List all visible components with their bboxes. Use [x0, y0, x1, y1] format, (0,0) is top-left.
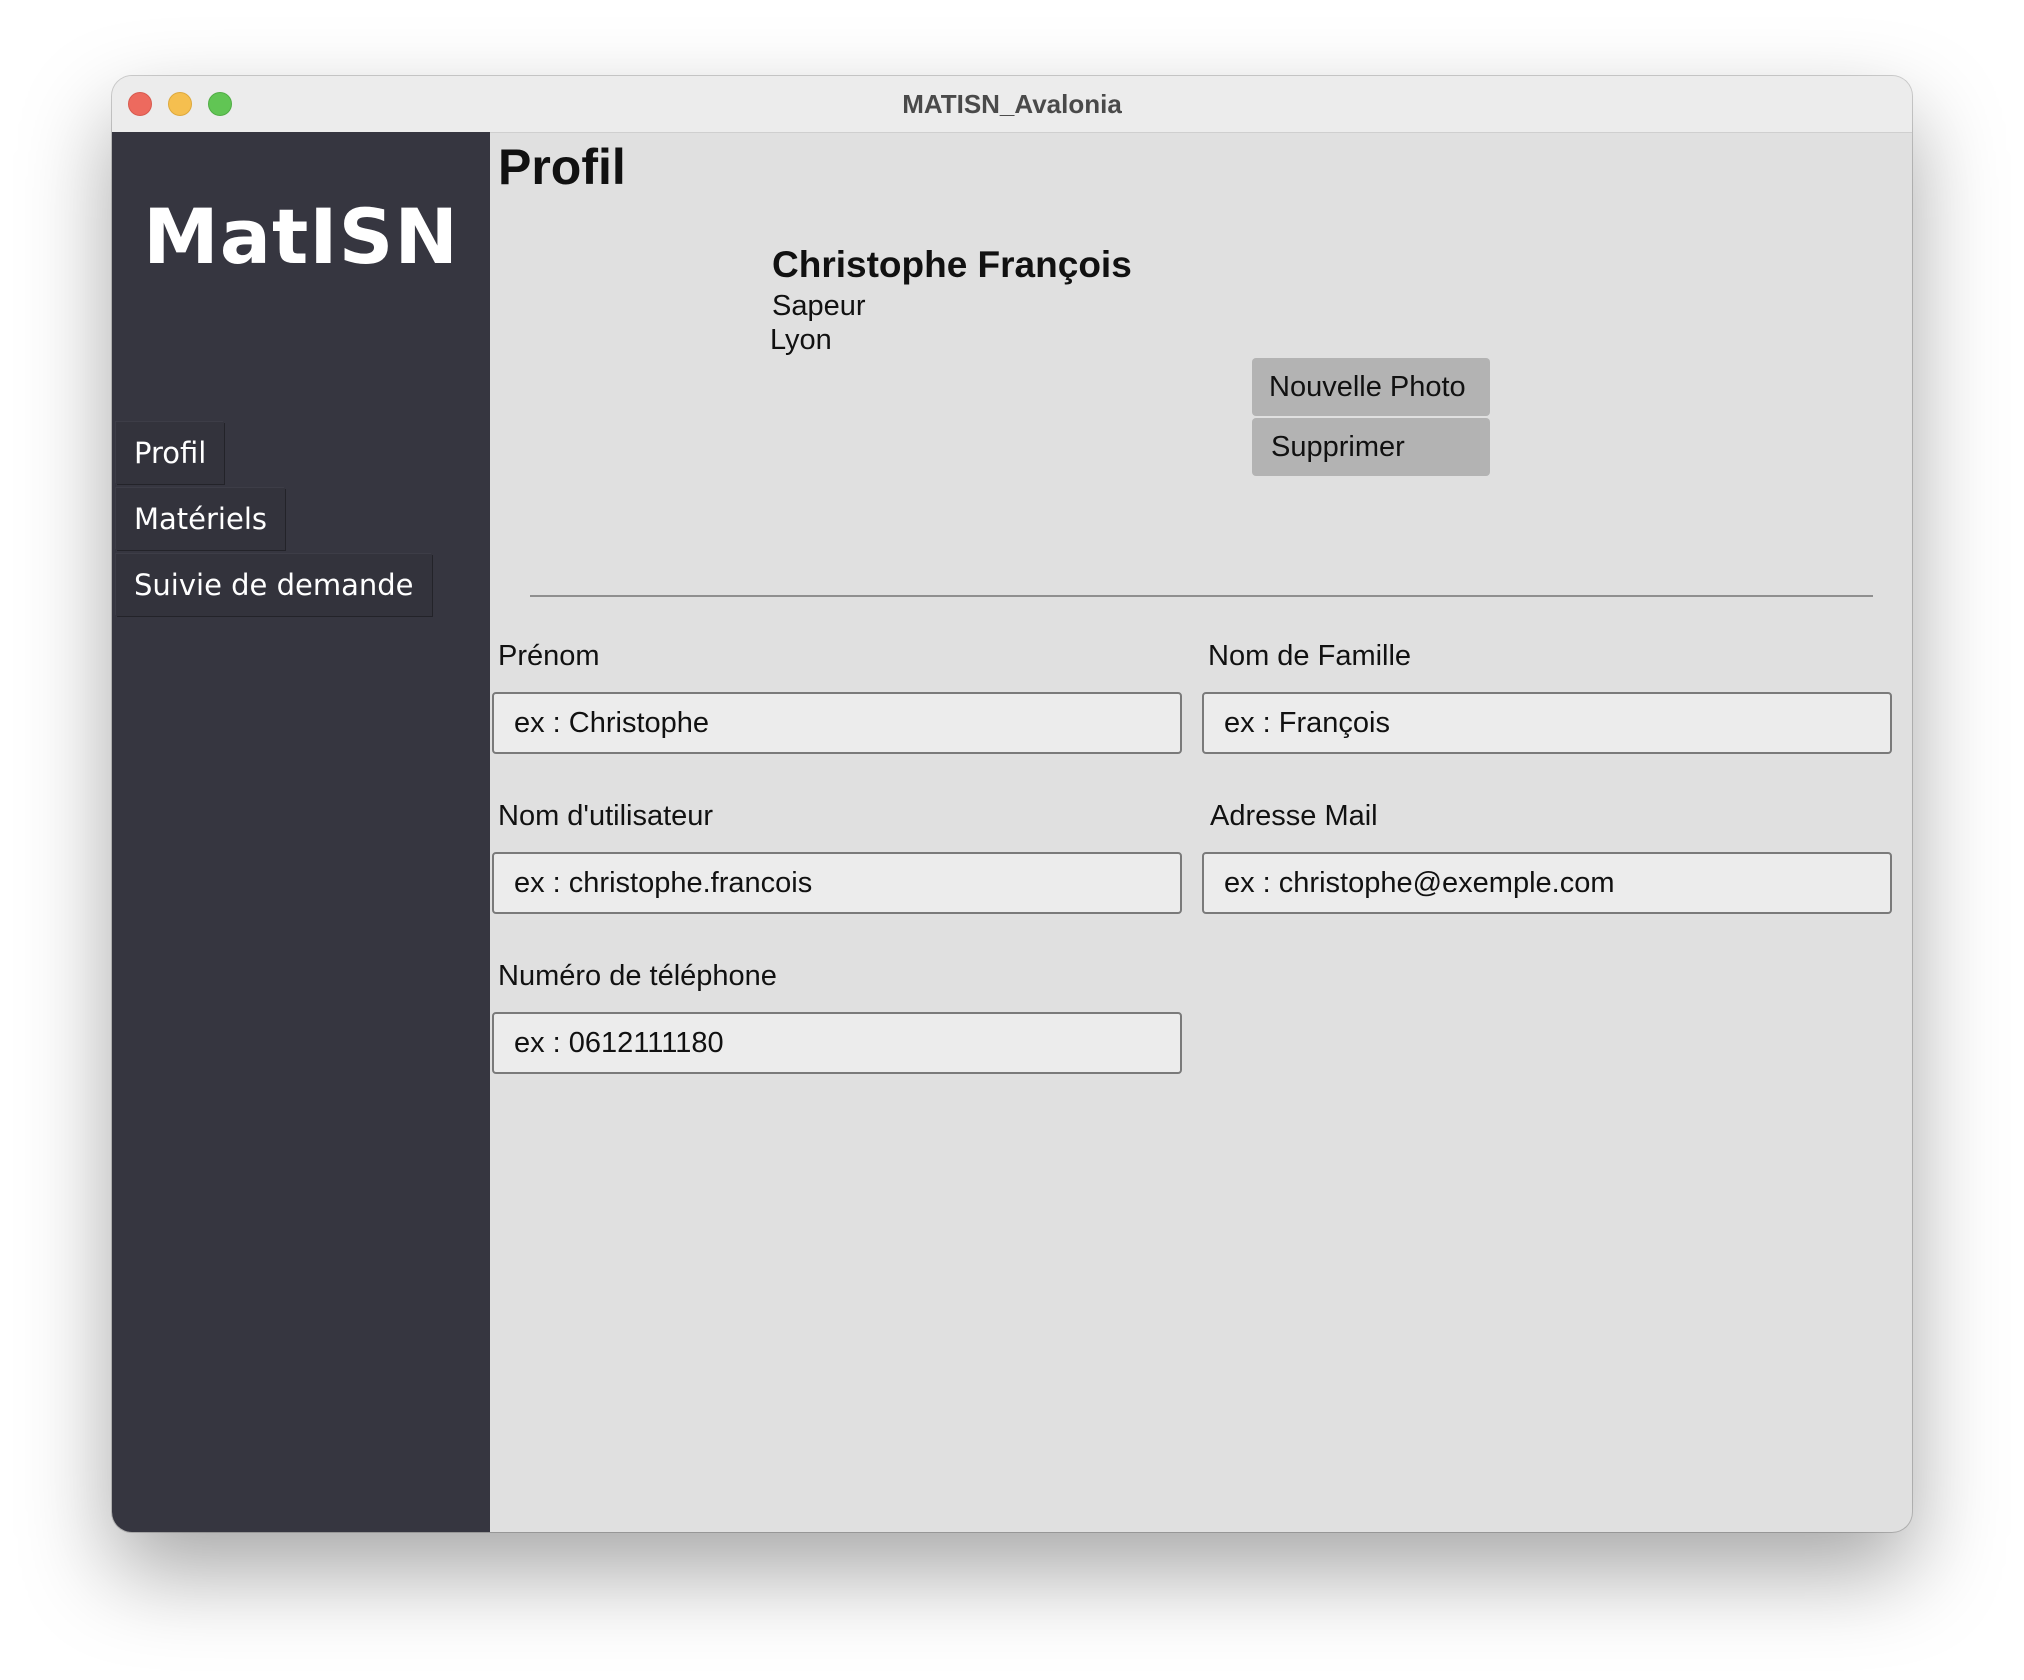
- delete-photo-button[interactable]: Supprimer: [1252, 418, 1490, 476]
- app-logo: MatISN: [143, 192, 459, 281]
- sidebar-item-suivie-de-demande[interactable]: Suivie de demande: [116, 554, 432, 616]
- divider: [530, 595, 1873, 597]
- username-field[interactable]: [492, 852, 1182, 914]
- sidebar: MatISN Profil Matériels Suivie de demand…: [112, 132, 490, 1532]
- first-name-field[interactable]: [492, 692, 1182, 754]
- profile-name: Christophe François: [772, 244, 1132, 285]
- profile-role: Sapeur: [772, 290, 866, 322]
- title-bar: MATISN_Avalonia: [112, 76, 1912, 133]
- main-content: Profil Christophe François Sapeur Lyon N…: [490, 132, 1912, 1532]
- email-field[interactable]: [1202, 852, 1892, 914]
- phone-label: Numéro de téléphone: [498, 960, 777, 992]
- window-title: MATISN_Avalonia: [902, 89, 1122, 119]
- first-name-label: Prénom: [498, 640, 600, 672]
- username-label: Nom d'utilisateur: [498, 800, 714, 832]
- new-photo-button[interactable]: Nouvelle Photo: [1252, 358, 1490, 416]
- last-name-field[interactable]: [1202, 692, 1892, 754]
- phone-field[interactable]: [492, 1012, 1182, 1074]
- profile-city: Lyon: [770, 324, 832, 356]
- sidebar-item-materiels[interactable]: Matériels: [116, 488, 285, 550]
- sidebar-item-profil[interactable]: Profil: [116, 422, 225, 484]
- last-name-label: Nom de Famille: [1208, 640, 1412, 672]
- email-label: Adresse Mail: [1210, 800, 1378, 832]
- page-title: Profil: [498, 139, 626, 195]
- app-window: MATISN_Avalonia MatISN Profil Matériels …: [112, 76, 1912, 1532]
